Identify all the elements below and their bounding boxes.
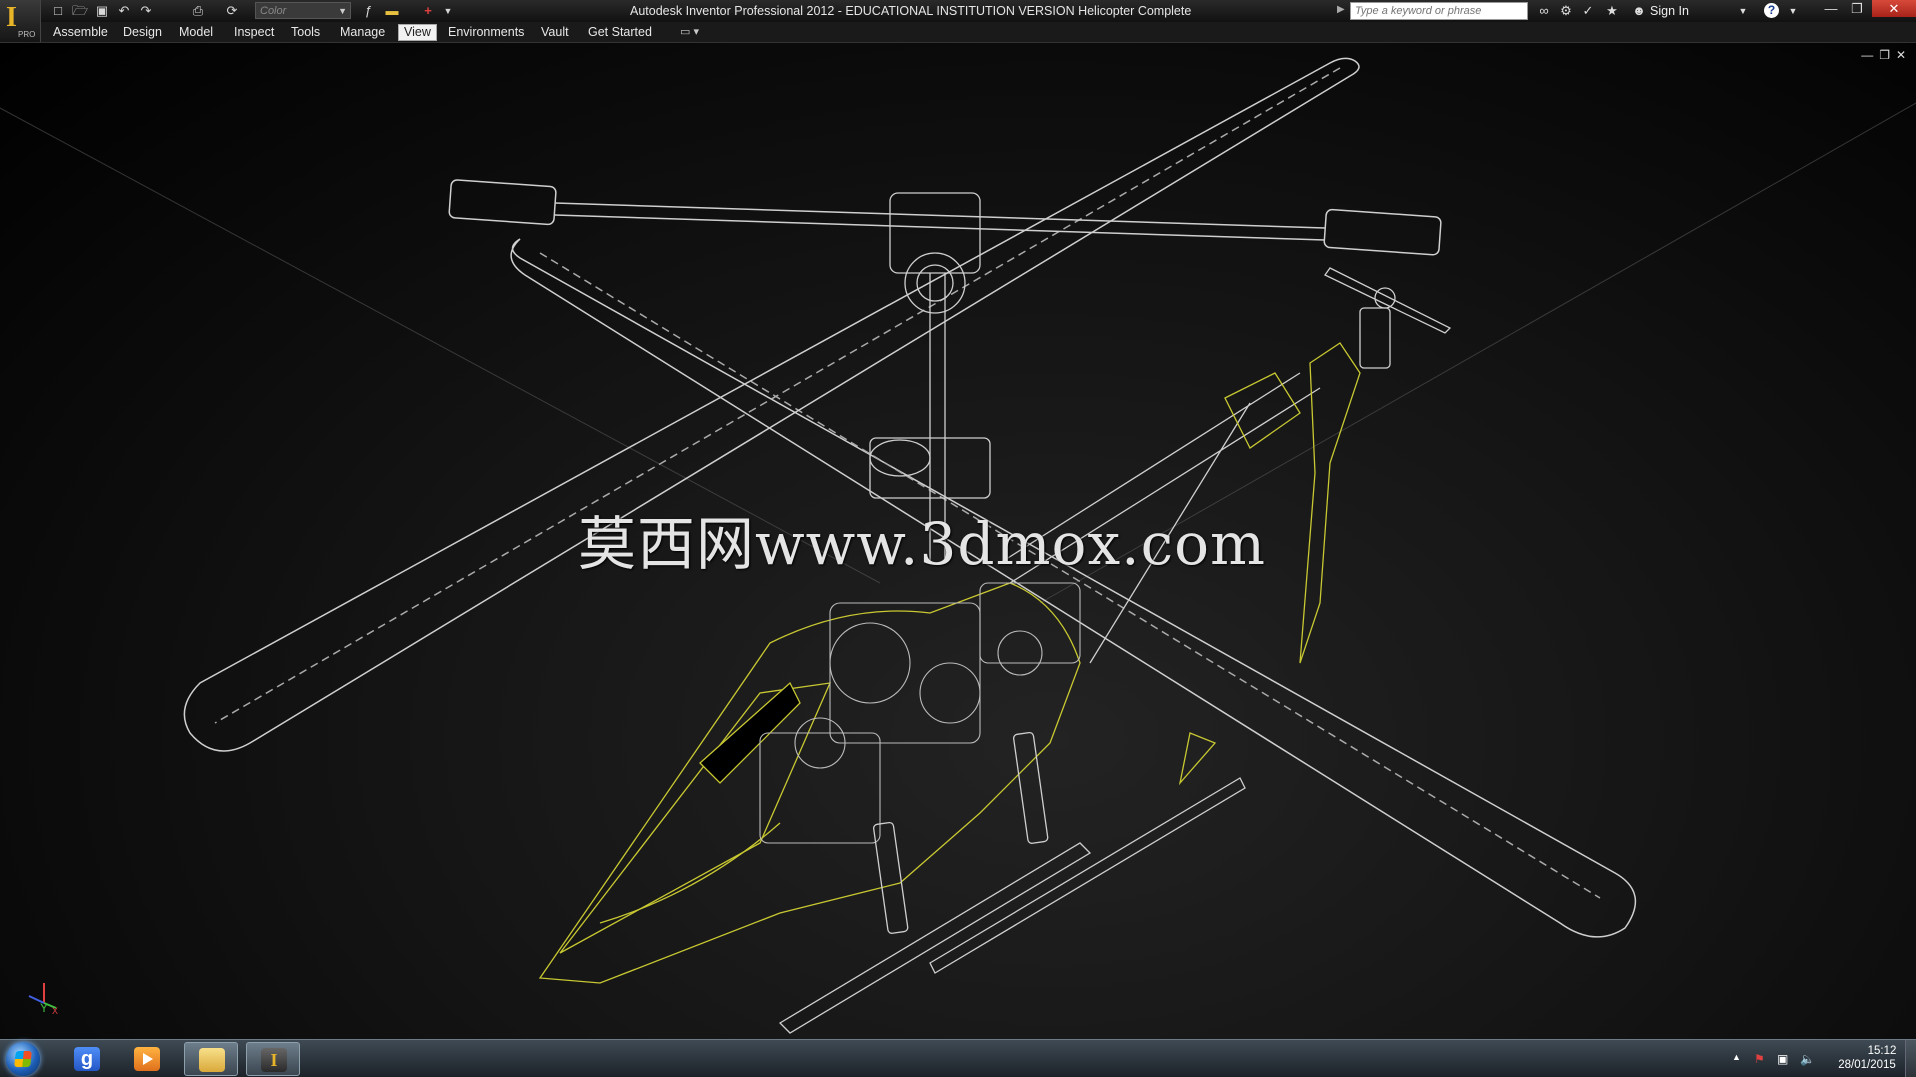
redo-icon[interactable]: ↷ <box>138 3 154 19</box>
action-center-flag-icon[interactable]: ⚑ <box>1754 1052 1765 1066</box>
help-dropdown-icon[interactable]: ▼ <box>1784 3 1802 19</box>
binoculars-icon[interactable]: ∞ <box>1535 3 1553 19</box>
save-icon[interactable]: ▣ <box>94 3 110 19</box>
application-menu-button[interactable]: I PRO <box>0 0 41 42</box>
subscription-icon[interactable]: ⚙ <box>1557 3 1575 19</box>
inventor-icon: I <box>261 1048 287 1072</box>
start-button[interactable] <box>6 1042 40 1076</box>
line-style-icon[interactable]: ▬ <box>384 3 400 19</box>
watermark-text: 莫西网www.3dmox.com <box>578 510 1266 578</box>
show-desktop-button[interactable] <box>1905 1040 1916 1077</box>
help-icon[interactable]: ? <box>1764 3 1779 18</box>
minimize-button[interactable]: — <box>1818 0 1844 17</box>
flybar <box>448 179 1442 256</box>
folder-icon <box>199 1048 225 1072</box>
pro-badge: PRO <box>18 30 36 39</box>
tab-get-started[interactable]: Get Started <box>583 25 657 40</box>
media-player-icon <box>134 1047 160 1071</box>
document-window-controls[interactable]: —❐✕ <box>1861 48 1912 62</box>
inventor-logo-icon: I <box>6 2 17 33</box>
tab-environments[interactable]: Environments <box>443 25 529 40</box>
open-icon[interactable]: 🗁 <box>72 3 88 19</box>
fx-icon[interactable]: ƒ <box>360 3 376 19</box>
sign-in-link[interactable]: Sign In <box>1650 4 1689 18</box>
qat-dropdown-icon[interactable]: ▼ <box>440 3 456 19</box>
color-combo[interactable]: Color ▼ <box>255 2 351 19</box>
network-icon[interactable]: ▣ <box>1777 1052 1788 1066</box>
print-icon[interactable]: ⎙ <box>190 3 206 19</box>
clock-time[interactable]: 15:12 <box>1852 1045 1912 1057</box>
close-button[interactable]: ✕ <box>1872 0 1916 17</box>
tray-expand-icon[interactable]: ▲ <box>1732 1052 1741 1062</box>
new-icon[interactable]: □ <box>50 3 66 19</box>
fuselage-internals <box>759 582 1081 844</box>
axis-y-label: Y <box>40 1001 48 1015</box>
tab-vault[interactable]: Vault <box>536 25 574 40</box>
favorites-icon[interactable]: ★ <box>1603 3 1621 19</box>
taskbar-inventor[interactable]: I <box>246 1042 300 1076</box>
update-icon[interactable]: ⟳ <box>224 3 240 19</box>
taskbar-google-chrome[interactable]: g <box>60 1042 114 1076</box>
landing-skids <box>778 731 1246 1034</box>
volume-icon[interactable]: 🔈 <box>1800 1052 1815 1066</box>
chevron-down-icon: ▼ <box>338 6 347 16</box>
taskbar-explorer[interactable] <box>184 1042 238 1076</box>
axis-x-label: X <box>52 1006 58 1016</box>
tab-model[interactable]: Model <box>174 25 218 40</box>
tab-manage[interactable]: Manage <box>335 25 390 40</box>
tab-inspect[interactable]: Inspect <box>229 25 279 40</box>
view-cube-triad: Y X <box>28 983 58 1016</box>
google-icon: g <box>74 1047 100 1071</box>
user-icon: ☻ <box>1632 3 1646 18</box>
windows-taskbar: g I ▲ ⚑ ▣ 🔈 15:12 28/01/2015 <box>0 1039 1916 1077</box>
tab-view[interactable]: View <box>398 24 437 41</box>
add-icon[interactable]: + <box>420 3 436 19</box>
sign-in-dropdown-icon[interactable]: ▼ <box>1734 3 1752 19</box>
taskbar-media-player[interactable] <box>120 1042 174 1076</box>
tab-tools[interactable]: Tools <box>286 25 325 40</box>
graphics-viewport[interactable]: —❐✕ 莫西网www.3dmox.com Y X <box>0 43 1916 1039</box>
title-bar: □ 🗁 ▣ ↶ ↷ ⎙ ⟳ Color ▼ ƒ ▬ + ▼ Autodesk In… <box>0 0 1916 22</box>
ribbon-options-icon[interactable]: ▭ ▾ <box>680 25 699 38</box>
window-title: Autodesk Inventor Professional 2012 - ED… <box>630 4 1192 18</box>
windows-logo-icon <box>14 1051 32 1067</box>
tail-rotor <box>1324 267 1452 369</box>
undo-icon[interactable]: ↶ <box>116 3 132 19</box>
search-input[interactable] <box>1350 2 1528 20</box>
ribbon-tab-bar: Assemble Design Model Inspect Tools Mana… <box>0 22 1916 43</box>
communication-icon[interactable]: ✓ <box>1579 3 1597 19</box>
clock-date[interactable]: 28/01/2015 <box>1836 1059 1898 1071</box>
search-expand-icon[interactable]: ▶ <box>1337 4 1345 15</box>
tab-design[interactable]: Design <box>118 25 167 40</box>
maximize-button[interactable]: ❐ <box>1844 0 1870 17</box>
tab-assemble[interactable]: Assemble <box>48 25 113 40</box>
rotor-blade-lower <box>510 238 1637 938</box>
